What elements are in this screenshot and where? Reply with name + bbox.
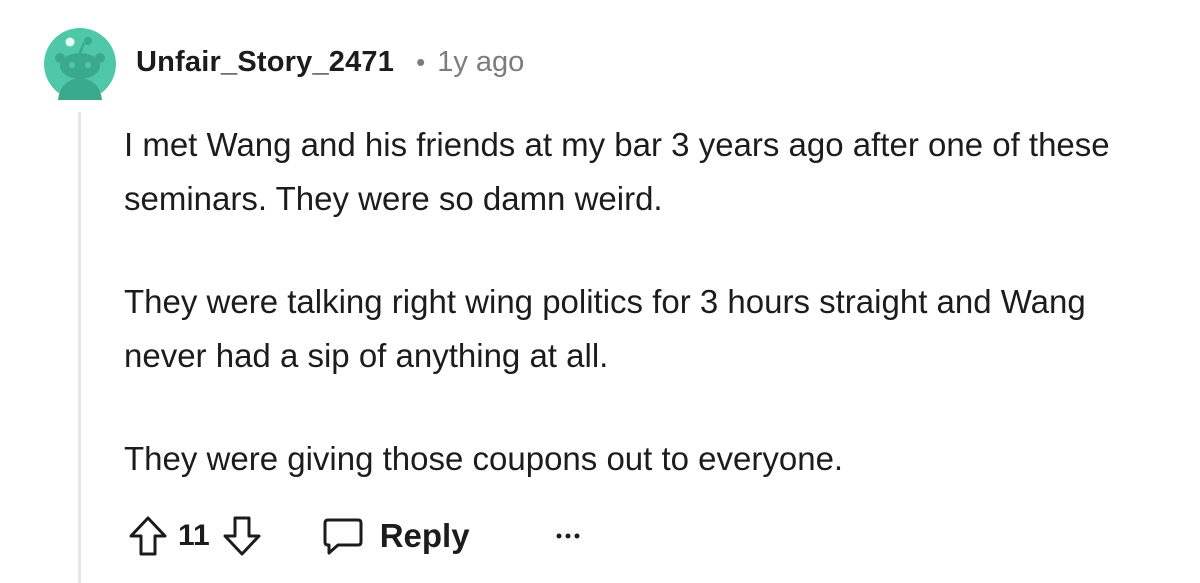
meta-separator: • xyxy=(416,46,426,77)
comment-timestamp[interactable]: 1y ago xyxy=(437,46,524,79)
comment-paragraph-2: They were talking right wing politics fo… xyxy=(124,283,1086,374)
comment-paragraph-3: They were giving those coupons out to ev… xyxy=(124,440,844,477)
reply-button[interactable]: Reply xyxy=(322,515,470,557)
comment-header: Unfair_Story_2471 • 1y ago xyxy=(136,40,524,84)
more-options-button[interactable] xyxy=(556,531,580,541)
reply-label: Reply xyxy=(379,517,470,554)
ellipsis-icon xyxy=(556,533,580,539)
avatar[interactable] xyxy=(44,28,116,100)
arrow-up-outline-icon xyxy=(129,516,167,556)
comment-actions: 11 Reply xyxy=(128,508,580,564)
upvote-button[interactable] xyxy=(128,514,168,558)
username-link[interactable]: Unfair_Story_2471 xyxy=(136,46,394,79)
downvote-button[interactable] xyxy=(222,514,262,558)
thread-line xyxy=(78,112,81,583)
comment-paragraph-1: I met Wang and his friends at my bar 3 y… xyxy=(124,126,1110,217)
snoo-avatar-icon xyxy=(44,28,116,100)
speech-bubble-icon xyxy=(323,518,363,555)
arrow-down-outline-icon xyxy=(223,516,261,556)
vote-count: 11 xyxy=(178,519,210,552)
comment-body: I met Wang and his friends at my bar 3 y… xyxy=(124,118,1174,486)
